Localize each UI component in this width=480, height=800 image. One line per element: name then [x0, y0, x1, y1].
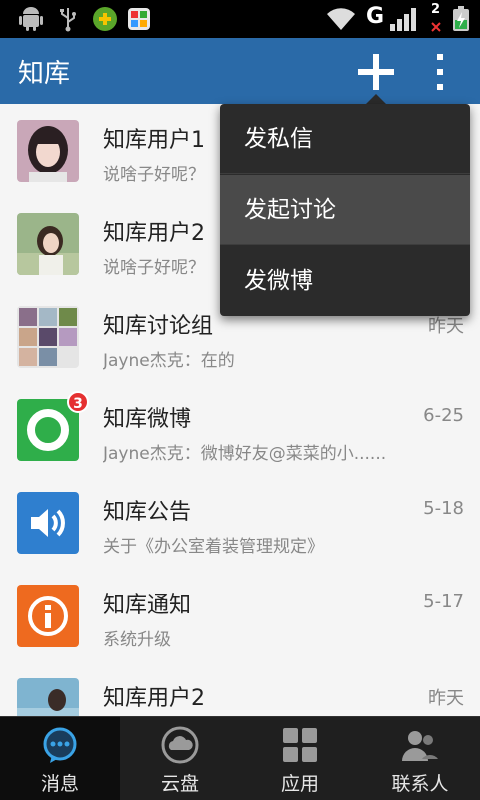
menu-item-start-discussion[interactable]: 发起讨论 — [220, 175, 470, 245]
unread-badge: 3 — [67, 391, 89, 413]
conversation-name: 知库微博 — [103, 407, 192, 432]
conversation-time: 5-18 — [423, 498, 464, 519]
conversation-name: 知库讨论组 — [103, 314, 214, 339]
add-icon[interactable] — [352, 46, 400, 98]
usb-icon — [60, 8, 76, 32]
conversation-time: 6-25 — [423, 405, 464, 426]
add-menu: 发私信 发起讨论 发微博 — [220, 104, 470, 316]
speaker-icon — [17, 492, 79, 554]
title-bar: 知库 — [0, 38, 480, 104]
conversation-preview: 关于《办公室着装管理规定》 — [103, 537, 324, 557]
conversation-name: 知库公告 — [103, 500, 192, 525]
menu-item-send-private-message[interactable]: 发私信 — [220, 104, 470, 174]
tab-label: 消息 — [40, 773, 79, 795]
grid-icon — [283, 728, 317, 762]
tab-messages[interactable]: 消息 — [0, 717, 120, 800]
tab-apps[interactable]: 应用 — [240, 717, 360, 800]
tab-label: 联系人 — [391, 773, 449, 795]
sim-label: 2 — [431, 2, 441, 17]
tab-label: 云盘 — [160, 773, 199, 795]
battery-icon — [453, 6, 469, 31]
conversation-preview: Jayne杰克：在的 — [103, 351, 235, 371]
dropdown-pointer — [366, 94, 386, 104]
menu-item-post-weibo[interactable]: 发微博 — [220, 246, 470, 316]
more-icon[interactable] — [424, 46, 456, 98]
conversation-name: 知库用户2 — [103, 686, 205, 711]
notice-icon — [17, 585, 79, 647]
list-item[interactable]: 知库公告 关于《办公室着装管理规定》 5-18 — [0, 476, 480, 570]
list-item[interactable]: 知库用户2 昨天 — [0, 662, 480, 716]
tab-label: 应用 — [280, 773, 319, 795]
cloud-icon — [161, 726, 199, 764]
avatar — [17, 120, 79, 182]
sim-x-icon — [431, 22, 441, 32]
conversation-time: 5-17 — [423, 591, 464, 612]
conversation-name: 知库通知 — [103, 593, 192, 618]
conversation-time: 昨天 — [428, 688, 464, 709]
conversation-preview: 系统升级 — [103, 630, 171, 650]
android-icon — [19, 7, 43, 31]
conversation-name: 知库用户1 — [103, 128, 205, 153]
tab-contacts[interactable]: 联系人 — [360, 717, 480, 800]
wifi-icon — [327, 8, 355, 30]
group-avatar — [17, 306, 79, 368]
list-item[interactable]: 知库通知 系统升级 5-17 — [0, 569, 480, 663]
chat-bubble-icon — [43, 727, 77, 763]
avatar — [17, 213, 79, 275]
page-title: 知库 — [18, 59, 71, 89]
conversation-preview: Jayne杰克：微博好友@菜菜的小...... — [103, 444, 387, 464]
signal-icon — [390, 8, 416, 31]
status-bar: G 2 — [0, 0, 480, 38]
app-icon — [128, 8, 150, 30]
list-item[interactable]: 3 知库微博 Jayne杰克：微博好友@菜菜的小...... 6-25 — [0, 383, 480, 477]
avatar — [17, 678, 79, 716]
contacts-icon — [402, 731, 438, 761]
tab-cloud-drive[interactable]: 云盘 — [120, 717, 240, 800]
bottom-nav: 消息 云盘 应用 联系人 — [0, 716, 480, 800]
game-icon — [93, 7, 117, 31]
conversation-name: 知库用户2 — [103, 221, 205, 246]
